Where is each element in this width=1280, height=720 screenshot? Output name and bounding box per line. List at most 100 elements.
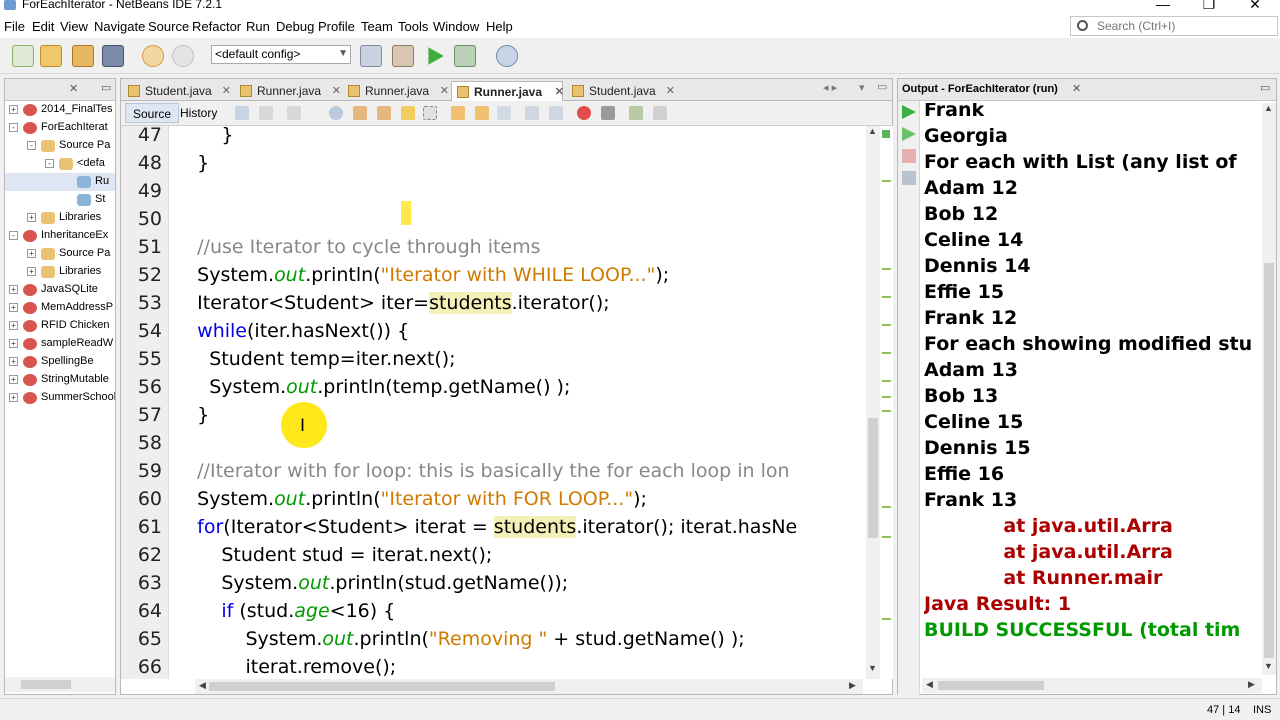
code-line[interactable]: if (stud.age<16) { [173, 600, 395, 622]
line-number[interactable]: 56 [138, 376, 162, 398]
minimize-panel-icon[interactable]: ▭ [1260, 81, 1270, 94]
close-icon[interactable]: ✕ [666, 84, 675, 97]
line-number[interactable]: 57 [138, 404, 162, 426]
shift-left-icon[interactable] [525, 106, 539, 120]
menu-source[interactable]: Source [148, 19, 189, 34]
tree-item[interactable]: + StringMutable [5, 371, 115, 389]
tree-item[interactable]: Ru [5, 173, 115, 191]
stripe-mark[interactable] [882, 380, 891, 382]
scroll-right-icon[interactable]: ▶ [1248, 679, 1255, 690]
collapse-icon[interactable]: - [27, 141, 36, 150]
tree-item[interactable]: + Source Pa [5, 245, 115, 263]
forward-icon[interactable] [287, 106, 301, 120]
shift-right-icon[interactable] [549, 106, 563, 120]
menu-edit[interactable]: Edit [32, 19, 54, 34]
menu-run[interactable]: Run [246, 19, 270, 34]
line-number[interactable]: 59 [138, 460, 162, 482]
stripe-mark[interactable] [882, 296, 891, 298]
stripe-mark[interactable] [882, 410, 891, 412]
stripe-mark[interactable] [882, 352, 891, 354]
scrollbar-thumb[interactable] [209, 682, 555, 691]
stripe-mark[interactable] [882, 536, 891, 538]
find-icon[interactable] [329, 106, 343, 120]
tree-item[interactable]: - InheritanceEx [5, 227, 115, 245]
tree-item[interactable]: - Source Pa [5, 137, 115, 155]
line-number[interactable]: 52 [138, 264, 162, 286]
search-box[interactable]: Search (Ctrl+I) [1070, 16, 1278, 36]
scroll-down-icon[interactable]: ▼ [868, 663, 877, 673]
tree-item[interactable]: - <defa [5, 155, 115, 173]
code-line[interactable]: while(iter.hasNext()) { [173, 320, 409, 342]
rerun-with-params-icon[interactable] [902, 127, 916, 141]
editor-tab[interactable]: Student.java ✕ [567, 81, 675, 101]
new-project-icon[interactable] [40, 45, 62, 67]
projects-hscrollbar[interactable] [5, 677, 115, 692]
save-all-icon[interactable] [102, 45, 124, 67]
editor-hscrollbar[interactable]: ◀ ▶ [195, 679, 863, 694]
maximize-editor-icon[interactable]: ▭ [877, 80, 887, 93]
next-bookmark-icon[interactable] [475, 106, 489, 120]
line-number[interactable]: 63 [138, 572, 162, 594]
expand-icon[interactable]: + [9, 357, 18, 366]
collapse-icon[interactable]: - [45, 159, 54, 168]
debug-icon[interactable] [454, 45, 476, 67]
line-number[interactable]: 58 [138, 432, 162, 454]
code-line[interactable]: System.out.println(temp.getName() ); [173, 376, 570, 398]
comment-icon[interactable] [629, 106, 643, 120]
minimize-panel-icon[interactable]: ▭ [101, 81, 111, 94]
code-line[interactable]: System.out.println("Iterator with FOR LO… [173, 488, 647, 510]
collapse-icon[interactable]: - [9, 231, 18, 240]
tab-scroll-icon[interactable]: ◂ ▸ [823, 81, 837, 94]
stripe-mark[interactable] [882, 396, 891, 398]
menu-view[interactable]: View [60, 19, 88, 34]
close-icon[interactable]: ✕ [222, 84, 231, 97]
editor-vscrollbar[interactable]: ▲ ▼ [866, 126, 880, 679]
maximize-button[interactable]: ❐ [1186, 0, 1232, 14]
scroll-up-icon[interactable]: ▲ [1264, 103, 1273, 113]
editor-tab[interactable]: Runner.java ✕ [451, 81, 564, 101]
prev-bookmark-icon[interactable] [451, 106, 465, 120]
scroll-right-icon[interactable]: ▶ [849, 680, 856, 691]
menu-team[interactable]: Team [361, 19, 393, 34]
stripe-mark[interactable] [882, 324, 891, 326]
menu-file[interactable]: File [4, 19, 25, 34]
tree-item[interactable]: + SummerSchool [5, 389, 115, 407]
code-line[interactable]: System.out.println("Removing " + stud.ge… [173, 628, 744, 650]
config-select[interactable]: <default config> ▼ [211, 45, 351, 64]
scroll-left-icon[interactable]: ◀ [199, 680, 206, 691]
rerun-icon[interactable] [902, 105, 916, 119]
scrollbar-thumb[interactable] [868, 418, 878, 538]
uncomment-icon[interactable] [653, 106, 667, 120]
menu-debug[interactable]: Debug [276, 19, 314, 34]
line-number[interactable]: 54 [138, 320, 162, 342]
code-line[interactable]: //Iterator with for loop: this is basica… [173, 460, 789, 482]
line-number[interactable]: 64 [138, 600, 162, 622]
close-window-button[interactable]: ✕ [1232, 0, 1278, 14]
stripe-mark[interactable] [882, 506, 891, 508]
tree-item[interactable]: +2014_FinalTes [5, 101, 115, 119]
scroll-down-icon[interactable]: ▼ [1264, 661, 1273, 671]
line-number[interactable]: 47 [138, 124, 162, 146]
expand-icon[interactable]: + [9, 105, 18, 114]
line-number[interactable]: 50 [138, 208, 162, 230]
line-number[interactable]: 66 [138, 656, 162, 678]
expand-icon[interactable]: + [27, 213, 36, 222]
code-line[interactable]: } [173, 152, 209, 174]
menu-window[interactable]: Window [433, 19, 479, 34]
close-icon[interactable]: ✕ [440, 84, 449, 97]
editor-tab[interactable]: Runner.java ✕ [235, 81, 341, 101]
tree-item[interactable]: + Libraries [5, 209, 115, 227]
menu-navigate[interactable]: Navigate [94, 19, 145, 34]
expand-icon[interactable]: + [9, 285, 18, 294]
expand-icon[interactable]: + [9, 339, 18, 348]
editor-tab[interactable]: Student.java ✕ [123, 81, 231, 101]
code-line[interactable]: for(Iterator<Student> iterat = students.… [173, 516, 797, 538]
menu-help[interactable]: Help [486, 19, 513, 34]
open-project-icon[interactable] [72, 45, 94, 67]
code-line[interactable]: System.out.println("Iterator with WHILE … [173, 264, 669, 286]
record-macro-icon[interactable] [577, 106, 591, 120]
menu-profile[interactable]: Profile [318, 19, 355, 34]
build-icon[interactable] [360, 45, 382, 67]
expand-icon[interactable]: + [9, 393, 18, 402]
find-previous-icon[interactable] [353, 106, 367, 120]
